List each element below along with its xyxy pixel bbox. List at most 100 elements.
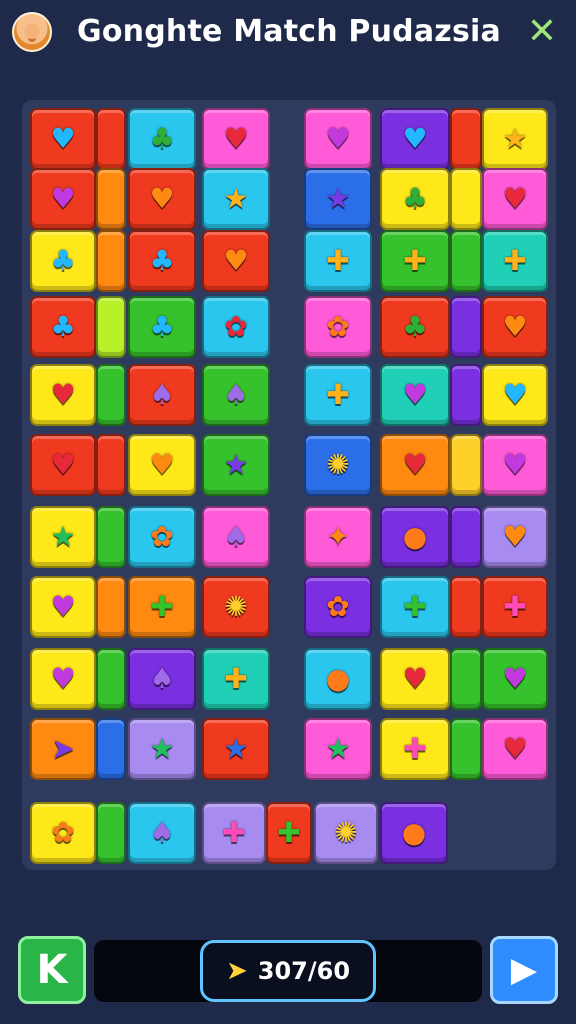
tile-icon: ✺ — [224, 590, 248, 623]
tile[interactable] — [96, 434, 126, 496]
tile[interactable]: ♥ — [30, 108, 96, 170]
back-button[interactable]: K — [18, 936, 86, 1004]
tile[interactable] — [96, 168, 126, 230]
tile[interactable] — [96, 576, 126, 638]
tile[interactable] — [96, 296, 126, 358]
tile[interactable]: ✺ — [304, 434, 372, 496]
tile[interactable]: ● — [304, 648, 372, 710]
tile[interactable] — [96, 230, 126, 292]
tile[interactable]: ♥ — [30, 648, 96, 710]
tile[interactable]: ✚ — [304, 230, 372, 292]
tile[interactable] — [450, 648, 482, 710]
tile[interactable]: ✚ — [202, 648, 270, 710]
tile[interactable] — [96, 648, 126, 710]
tile[interactable]: ★ — [482, 108, 548, 170]
close-icon[interactable]: ✕ — [522, 12, 562, 52]
tile[interactable]: ♥ — [304, 108, 372, 170]
tile[interactable]: ✿ — [128, 506, 196, 568]
tile[interactable] — [450, 718, 482, 780]
tile[interactable]: ♠ — [202, 364, 270, 426]
tile[interactable]: ★ — [202, 718, 270, 780]
tile[interactable] — [450, 168, 482, 230]
tile[interactable]: ♥ — [482, 718, 548, 780]
tile[interactable]: ♥ — [482, 648, 548, 710]
tile[interactable]: ✚ — [304, 364, 372, 426]
player-avatar[interactable] — [12, 12, 52, 52]
tile[interactable]: ★ — [202, 434, 270, 496]
tile[interactable] — [96, 108, 126, 170]
tile-icon: ♠ — [223, 520, 249, 553]
tile[interactable]: ♥ — [202, 230, 270, 292]
tile[interactable]: ♣ — [380, 168, 450, 230]
tile[interactable]: ♥ — [380, 364, 450, 426]
tile[interactable]: ★ — [304, 168, 372, 230]
tile[interactable]: ● — [380, 506, 450, 568]
tile[interactable]: ♥ — [482, 296, 548, 358]
tile[interactable]: ♥ — [128, 168, 196, 230]
tile-icon: ♣ — [50, 244, 76, 277]
tile[interactable]: ♥ — [30, 168, 96, 230]
tile[interactable]: ➤ — [30, 718, 96, 780]
tile[interactable]: ✚ — [482, 230, 548, 292]
tray-tile[interactable]: ✚ — [202, 802, 266, 864]
tile[interactable] — [450, 296, 482, 358]
tile[interactable]: ♣ — [128, 296, 196, 358]
tile[interactable]: ♥ — [380, 648, 450, 710]
tile[interactable]: ♥ — [202, 108, 270, 170]
tile-icon: ♥ — [325, 122, 351, 155]
tile[interactable] — [96, 506, 126, 568]
tile-icon: ♥ — [402, 448, 428, 481]
tile[interactable]: ✿ — [202, 296, 270, 358]
tile[interactable]: ♣ — [30, 230, 96, 292]
tile[interactable]: ♣ — [380, 296, 450, 358]
tile[interactable] — [450, 364, 482, 426]
tile[interactable]: ♥ — [30, 576, 96, 638]
tile[interactable]: ✚ — [380, 230, 450, 292]
tile[interactable]: ★ — [304, 718, 372, 780]
tray-tile[interactable] — [96, 802, 126, 864]
tile[interactable]: ♥ — [482, 168, 548, 230]
tile[interactable]: ♥ — [482, 434, 548, 496]
tile[interactable] — [96, 718, 126, 780]
tile[interactable]: ♥ — [380, 108, 450, 170]
tile[interactable]: ✚ — [380, 718, 450, 780]
tile-icon: ♥ — [502, 520, 528, 553]
tile[interactable]: ✺ — [202, 576, 270, 638]
tile[interactable]: ♣ — [128, 230, 196, 292]
tray-tile[interactable]: ♠ — [128, 802, 196, 864]
tile-icon: ● — [325, 662, 351, 695]
tile[interactable]: ✿ — [304, 296, 372, 358]
tray-tile[interactable]: ✚ — [266, 802, 312, 864]
tile[interactable]: ♥ — [30, 364, 96, 426]
tile[interactable]: ✦ — [304, 506, 372, 568]
tile-icon: ✚ — [403, 590, 427, 623]
tile[interactable] — [450, 576, 482, 638]
tile[interactable] — [450, 506, 482, 568]
tile[interactable]: ♣ — [128, 108, 196, 170]
tile[interactable]: ★ — [128, 718, 196, 780]
tile[interactable]: ♠ — [128, 648, 196, 710]
tile[interactable] — [450, 434, 482, 496]
tile[interactable]: ♥ — [128, 434, 196, 496]
tile[interactable]: ✿ — [304, 576, 372, 638]
tile[interactable]: ♠ — [128, 364, 196, 426]
tray-tile[interactable]: ● — [380, 802, 448, 864]
tile[interactable]: ♠ — [202, 506, 270, 568]
tray-tile[interactable]: ✿ — [30, 802, 96, 864]
tile[interactable]: ★ — [30, 506, 96, 568]
tile[interactable]: ✚ — [482, 576, 548, 638]
tile[interactable] — [450, 108, 482, 170]
tray-tile[interactable]: ✺ — [314, 802, 378, 864]
next-button[interactable]: ▶ — [490, 936, 558, 1004]
tile[interactable]: ♣ — [30, 296, 96, 358]
tile[interactable]: ♥ — [482, 506, 548, 568]
score-value: 307/60 — [257, 957, 351, 985]
tile[interactable]: ★ — [202, 168, 270, 230]
tile[interactable] — [96, 364, 126, 426]
tile[interactable]: ♥ — [482, 364, 548, 426]
tile[interactable] — [450, 230, 482, 292]
tile[interactable]: ♥ — [30, 434, 96, 496]
tile[interactable]: ✚ — [128, 576, 196, 638]
tile[interactable]: ♥ — [380, 434, 450, 496]
tile[interactable]: ✚ — [380, 576, 450, 638]
